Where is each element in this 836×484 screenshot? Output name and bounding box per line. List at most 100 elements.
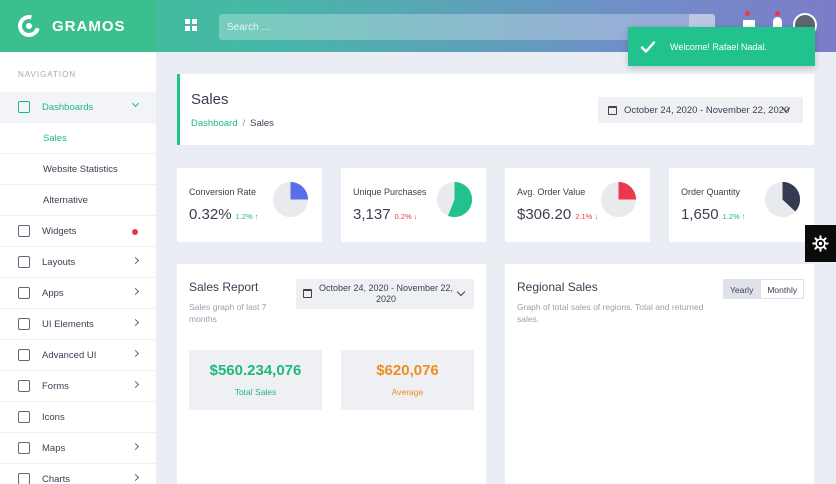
sidebar-item-advanced-ui[interactable]: Advanced UI — [0, 340, 156, 371]
sidebar-subitem-alternative[interactable]: Alternative — [0, 185, 156, 216]
chevron-right-icon — [131, 442, 140, 451]
sidebar-item-label: Apps — [42, 287, 64, 299]
stat-label: Unique Purchases — [353, 187, 427, 197]
toast-message: Welcome! Rafael Nadal. — [670, 41, 767, 52]
regional-sales-subtitle: Graph of total sales of regions. Total a… — [517, 302, 704, 324]
stat-value-row: 1,650 1.2% ↑ — [681, 206, 746, 223]
stat-change: 2.1% ↓ — [575, 212, 598, 221]
home-icon — [18, 101, 30, 113]
stat-value: $306.20 — [517, 206, 572, 223]
pie-chart-icon — [18, 473, 30, 484]
sidebar-item-widgets[interactable]: Widgets — [0, 216, 156, 247]
logo-icon — [13, 10, 45, 42]
stat-change-value: 2.1% — [575, 212, 593, 221]
calendar-icon — [608, 105, 617, 115]
stat-change-value: 0.2% — [394, 212, 412, 221]
sidebar-item-label: Advanced UI — [42, 349, 97, 361]
stat-card-conversion-rate: Conversion Rate 0.32% 1.2% ↑ — [177, 168, 322, 242]
pie-chart-conversion — [272, 181, 309, 218]
sidebar-item-label: Layouts — [42, 256, 76, 268]
sales-report-date-picker[interactable]: October 24, 2020 - November 22, 2020 — [296, 279, 474, 309]
chevron-right-icon — [131, 473, 140, 482]
total-sales-label: Total Sales — [234, 387, 277, 397]
nav-heading: NAVIGATION — [18, 70, 77, 79]
sidebar-item-label: Charts — [42, 473, 70, 484]
gear-icon — [812, 235, 829, 252]
stat-value-row: $306.20 2.1% ↓ — [517, 206, 598, 223]
welcome-toast[interactable]: Welcome! Rafael Nadal. — [628, 27, 815, 66]
brand[interactable]: GRAMOS — [0, 0, 156, 52]
sidebar-item-label: Dashboards — [42, 101, 94, 113]
page-header: Sales Dashboard / Sales October 24, 2020 -… — [177, 74, 814, 145]
status-dot — [132, 229, 138, 235]
toggle-yearly[interactable]: Yearly — [723, 279, 761, 299]
stat-label: Conversion Rate — [189, 187, 257, 197]
stat-label: Avg. Order Value — [517, 187, 586, 197]
breadcrumb-dashboard-link[interactable]: Dashboard — [191, 118, 237, 129]
arrow-up-icon: ↑ — [741, 212, 746, 221]
period-toggle: Yearly Monthly — [723, 279, 805, 299]
sidebar-item-icons[interactable]: Icons — [0, 402, 156, 433]
stat-value: 1,650 — [681, 206, 719, 223]
breadcrumb-current: Sales — [250, 118, 274, 129]
stat-value-row: 0.32% 1.2% ↑ — [189, 206, 259, 223]
sidebar-item-apps[interactable]: Apps — [0, 278, 156, 309]
pie-slice — [290, 181, 309, 200]
sidebar-item-label: Icons — [42, 411, 65, 423]
copy-icon — [18, 318, 30, 330]
brand-name: GRAMOS — [52, 17, 126, 35]
sidebar-item-ui-elements[interactable]: UI Elements — [0, 309, 156, 340]
breadcrumb: Dashboard / Sales — [191, 118, 274, 129]
chevron-right-icon — [131, 287, 140, 296]
regional-sales-title: Regional Sales — [517, 280, 598, 294]
chevron-right-icon — [131, 256, 140, 265]
regional-sales-card: Regional Sales Graph of total sales of r… — [505, 264, 814, 484]
chevron-down-icon — [456, 287, 466, 297]
stat-value-row: 3,137 0.2% ↓ — [353, 206, 418, 223]
sidebar-item-label: Forms — [42, 380, 69, 392]
sales-report-subtitle: Sales graph of last 7 months — [189, 302, 267, 324]
arrow-down-icon: ↓ — [594, 212, 599, 221]
sidebar-subitem-sales[interactable]: Sales — [0, 123, 156, 154]
search-input[interactable] — [219, 14, 689, 40]
stat-value: 3,137 — [353, 206, 391, 223]
average-value: $620,076 — [376, 362, 439, 379]
sidebar-item-label: UI Elements — [42, 318, 94, 330]
stat-change-value: 1.2% — [722, 212, 740, 221]
total-sales-value: $560.234,076 — [209, 362, 302, 379]
sidebar-item-dashboards[interactable]: Dashboards — [0, 92, 156, 123]
calendar-icon — [303, 289, 312, 298]
stat-change-value: 1.2% — [235, 212, 253, 221]
rocket-icon — [18, 287, 30, 299]
sidebar-item-layouts[interactable]: Layouts — [0, 247, 156, 278]
toggle-monthly[interactable]: Monthly — [760, 279, 805, 299]
layout-icon — [18, 256, 30, 268]
chevron-right-icon — [131, 349, 140, 358]
sidebar: NAVIGATION Dashboards Sales Website Stat… — [0, 52, 156, 484]
stat-value: 0.32% — [189, 206, 232, 223]
paint-bucket-icon — [18, 225, 30, 237]
sidebar-item-maps[interactable]: Maps — [0, 433, 156, 464]
pie-chart-purchases — [436, 181, 473, 218]
date-range-picker[interactable]: October 24, 2020 - November 22, 2020 — [598, 97, 803, 123]
chevron-right-icon — [131, 380, 140, 389]
stat-card-unique-purchases: Unique Purchases 3,137 0.2% ↓ — [341, 168, 486, 242]
sales-report-card: Sales Report Sales graph of last 7 month… — [177, 264, 486, 484]
grid-icon[interactable] — [185, 19, 197, 31]
brush-icon — [18, 349, 30, 361]
sidebar-item-label: Widgets — [42, 225, 77, 237]
average-kpi: $620,076 Average — [341, 350, 474, 410]
sidebar-subitem-website-statistics[interactable]: Website Statistics — [0, 154, 156, 185]
chevron-right-icon — [131, 318, 140, 327]
map-icon — [18, 442, 30, 454]
sales-report-date-text: October 24, 2020 - November 22, 2020 — [318, 283, 454, 304]
sidebar-item-charts[interactable]: Charts — [0, 464, 156, 484]
crown-icon — [18, 411, 30, 423]
sidebar-item-forms[interactable]: Forms — [0, 371, 156, 402]
stat-change: 0.2% ↓ — [395, 212, 418, 221]
settings-panel-toggle[interactable] — [805, 225, 836, 262]
chevron-down-icon — [131, 99, 140, 108]
page-title: Sales — [191, 91, 229, 108]
clipboard-icon — [18, 380, 30, 392]
breadcrumb-separator: / — [242, 118, 246, 129]
